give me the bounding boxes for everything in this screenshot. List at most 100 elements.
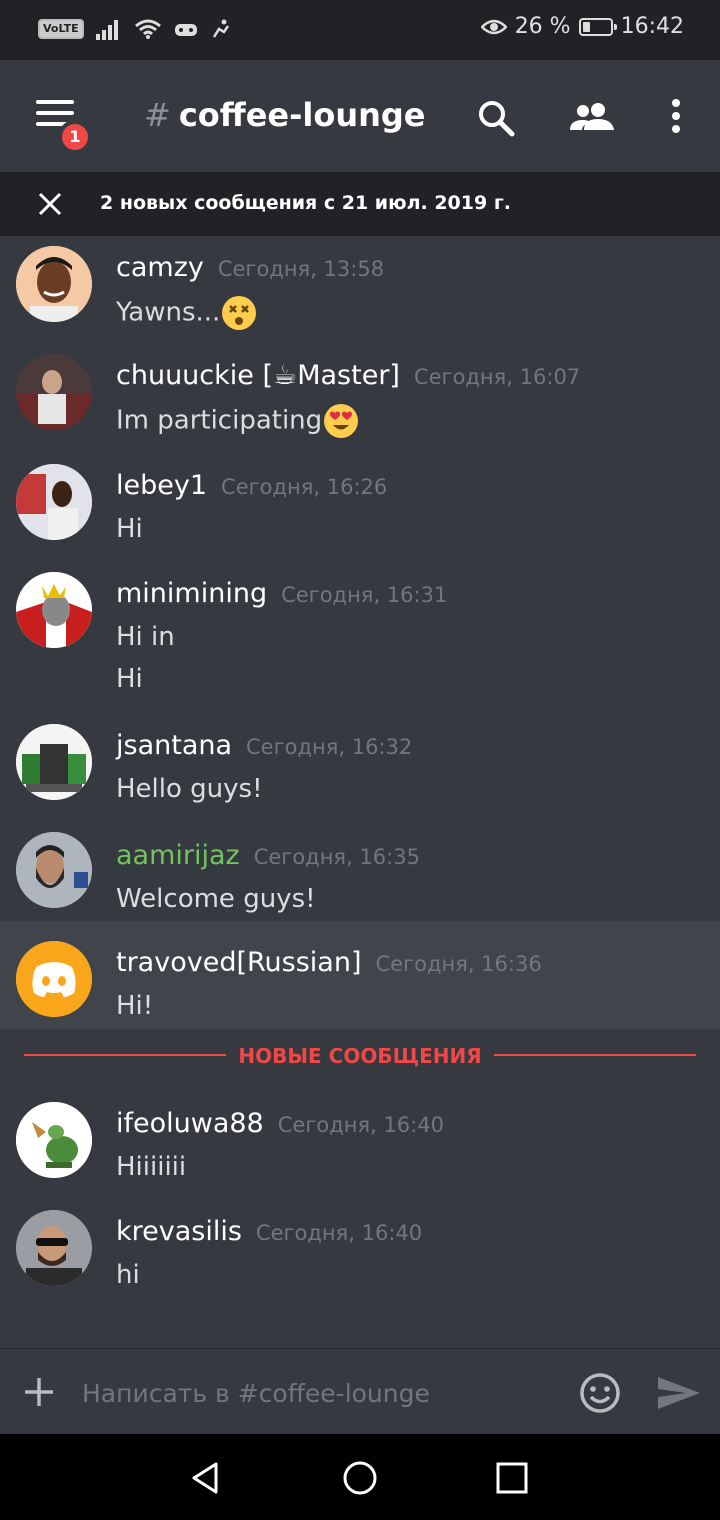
message[interactable]: chuuuckie [☕Master] Сегодня, 16:07 Im par… [0, 344, 720, 454]
username-text: travoved[Russian] [116, 947, 362, 978]
message[interactable]: aamirijaz Сегодня, 16:35 Welcome guys! [0, 824, 720, 920]
discord-logo-icon [16, 941, 92, 1017]
message[interactable]: lebey1 Сегодня, 16:26 Hi [0, 454, 720, 562]
username[interactable]: chuuuckie [☕Master] Сегодня, 16:07 [116, 360, 580, 391]
message-text: Hi in [116, 622, 175, 652]
avatar[interactable] [16, 832, 92, 908]
username-text: aamirijaz [116, 840, 240, 871]
username[interactable]: ifeoluwa88 Сегодня, 16:40 [116, 1108, 444, 1139]
more-options-icon[interactable] [654, 96, 698, 140]
message-text: Hi [116, 664, 143, 694]
username-text: krevasilis [116, 1216, 242, 1247]
username[interactable]: lebey1 Сегодня, 16:26 [116, 470, 387, 501]
message-highlighted[interactable]: travoved[Russian] Сегодня, 16:36 Hi! [0, 921, 720, 1029]
status-right: 26 % 16:42 [480, 14, 684, 39]
emoji-picker-icon[interactable] [578, 1371, 622, 1415]
menu-line [36, 111, 74, 115]
new-messages-banner[interactable]: 2 новых сообщения с 21 июл. 2019 г. [0, 172, 720, 236]
wifi-icon [134, 19, 161, 39]
battery-percent: 26 % [514, 14, 571, 39]
message-text: Hiiiiiii [116, 1152, 187, 1182]
send-icon[interactable] [656, 1371, 702, 1415]
plus-icon[interactable] [22, 1375, 56, 1409]
notification-badge: 1 [58, 120, 92, 154]
message-text: Im participating [116, 405, 323, 436]
username[interactable]: jsantana Сегодня, 16:32 [116, 730, 412, 761]
status-bar: VoLTE 26 % 16:42 [0, 0, 720, 60]
username-text: minimining [116, 578, 268, 609]
members-icon[interactable] [568, 96, 618, 140]
battery-icon [578, 17, 617, 36]
timestamp: Сегодня, 16:07 [413, 365, 581, 389]
avatar[interactable] [16, 354, 92, 430]
avatar-jsantana [16, 724, 92, 800]
avatar-ifeoluwa88 [16, 1102, 92, 1178]
activity-icon [212, 19, 229, 38]
message-text: Hello guys! [116, 774, 263, 804]
username-text: jsantana [116, 730, 233, 761]
menu-line [36, 100, 74, 104]
timestamp: Сегодня, 13:58 [217, 257, 385, 281]
username[interactable]: minimining Сегодня, 16:31 [116, 578, 447, 609]
message[interactable]: krevasilis Сегодня, 16:40 hi [0, 1200, 720, 1310]
home-icon[interactable] [340, 1458, 380, 1498]
username[interactable]: travoved[Russian] Сегодня, 16:36 [116, 947, 542, 978]
volte-indicator: VoLTE [38, 19, 84, 39]
username-text: camzy [116, 252, 204, 283]
avatar-camzy [16, 246, 92, 322]
avatar[interactable] [16, 464, 92, 540]
avatar-chuuuckie [16, 354, 92, 430]
divider-line [494, 1054, 696, 1056]
username[interactable]: camzy Сегодня, 13:58 [116, 252, 384, 283]
message[interactable]: ifeoluwa88 Сегодня, 16:40 Hiiiiiii [0, 1092, 720, 1200]
message-text: Yawns... [116, 297, 221, 328]
hash-icon: # [144, 96, 171, 134]
message-text: Hi [116, 514, 143, 544]
eye-comfort-icon [480, 19, 507, 34]
system-navigation-bar [0, 1434, 720, 1520]
username-text: lebey1 [116, 470, 208, 501]
search-icon[interactable] [474, 96, 518, 140]
avatar-minimining [16, 572, 92, 648]
username-text: ifeoluwa88 [116, 1108, 264, 1139]
channel-name: coffee-lounge [178, 96, 426, 134]
recents-icon[interactable] [492, 1458, 532, 1498]
avatar[interactable] [16, 246, 92, 322]
timestamp: Сегодня, 16:32 [246, 735, 413, 759]
avatar[interactable] [16, 572, 92, 648]
message[interactable]: camzy Сегодня, 13:58 Yawns... [0, 236, 720, 344]
message-input[interactable] [80, 1371, 554, 1415]
avatar-krevasilis [16, 1210, 92, 1286]
avatar[interactable] [16, 1102, 92, 1178]
username[interactable]: krevasilis Сегодня, 16:40 [116, 1216, 422, 1247]
message-content: Yawns... [116, 296, 257, 330]
avatar-lebey1 [16, 464, 92, 540]
back-icon[interactable] [186, 1458, 226, 1498]
timestamp: Сегодня, 16:40 [255, 1221, 423, 1245]
username[interactable]: aamirijaz Сегодня, 16:35 [116, 840, 420, 871]
game-icon [174, 24, 197, 36]
new-messages-divider: НОВЫЕ СООБЩЕНИЯ [0, 1044, 720, 1068]
clock: 16:42 [620, 14, 684, 39]
username-text: chuuuckie [☕Master] [116, 360, 400, 391]
message-text: hi [116, 1260, 140, 1290]
signal-icon [95, 20, 118, 40]
status-left: VoLTE [38, 18, 232, 40]
timestamp: Сегодня, 16:31 [281, 583, 448, 607]
timestamp: Сегодня, 16:36 [375, 952, 542, 976]
avatar[interactable] [16, 941, 92, 1017]
avatar[interactable] [16, 724, 92, 800]
close-icon[interactable] [34, 188, 66, 220]
timestamp: Сегодня, 16:40 [277, 1113, 444, 1137]
divider-label: НОВЫЕ СООБЩЕНИЯ [238, 1044, 482, 1068]
channel-header: 1 # coffee-lounge [0, 60, 720, 172]
message-list[interactable]: camzy Сегодня, 13:58 Yawns... chuuuckie [… [0, 236, 720, 1348]
channel-title: # coffee-lounge [144, 96, 426, 134]
avatar-aamirijaz [16, 832, 92, 908]
avatar[interactable] [16, 1210, 92, 1286]
message[interactable]: jsantana Сегодня, 16:32 Hello guys! [0, 714, 720, 824]
message-composer [0, 1348, 720, 1435]
timestamp: Сегодня, 16:26 [221, 475, 388, 499]
dizzy-face-emoji-icon [222, 296, 257, 330]
message[interactable]: minimining Сегодня, 16:31 Hi in Hi [0, 562, 720, 714]
